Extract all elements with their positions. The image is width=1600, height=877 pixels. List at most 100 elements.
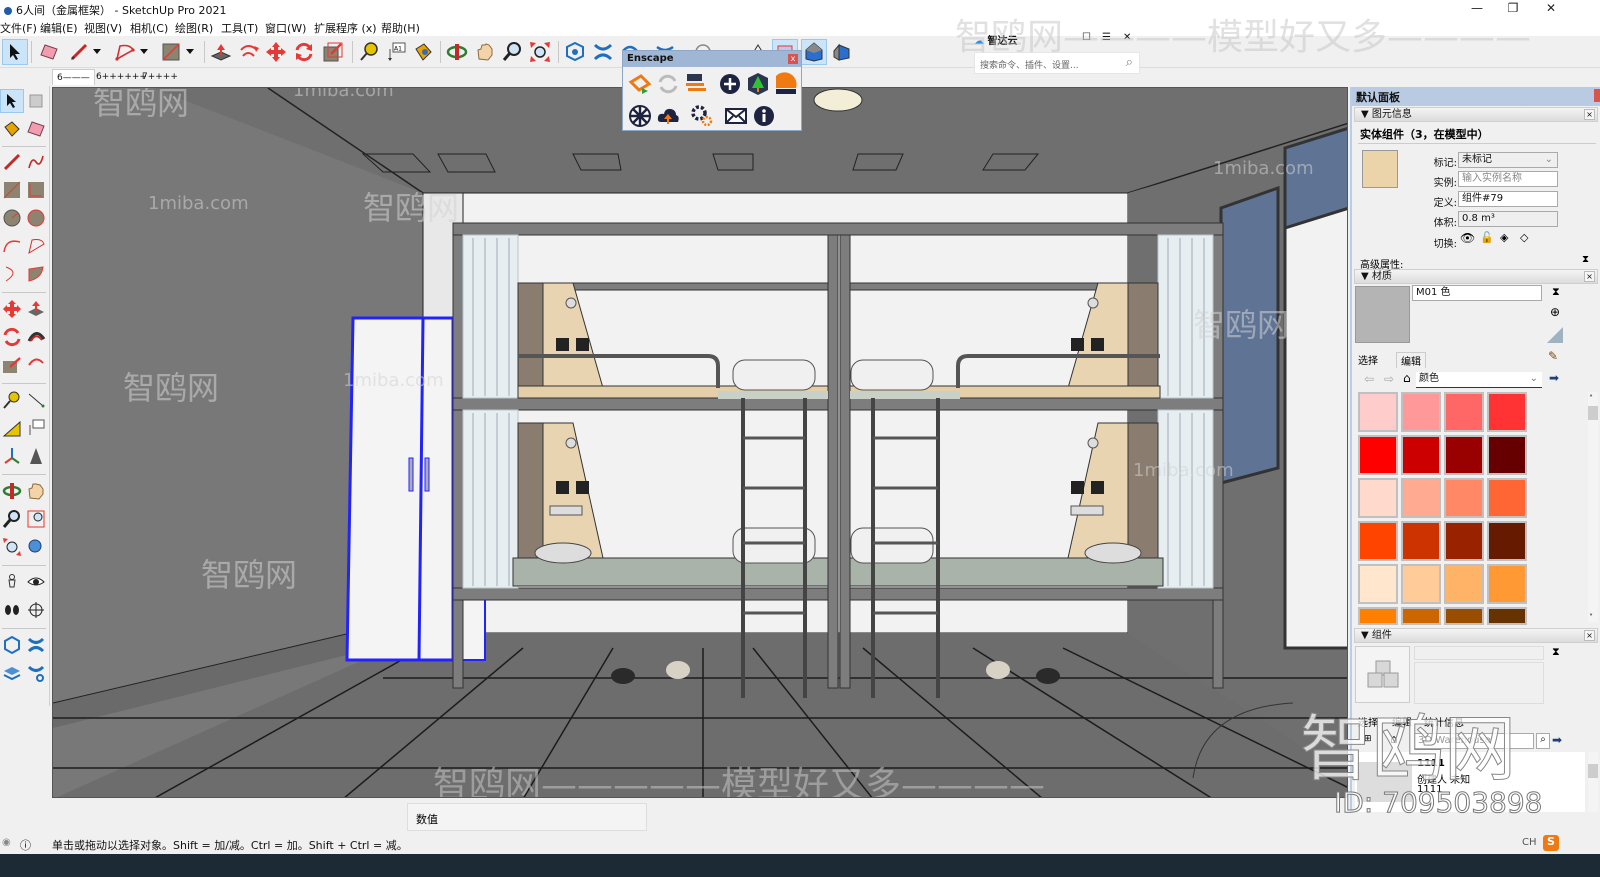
position-camera-tool[interactable]: [0, 570, 24, 594]
components-tab-statistics[interactable]: 统计信息: [1424, 714, 1464, 729]
materials-header[interactable]: ▼ 材质 ×: [1354, 269, 1598, 284]
share-model-tool[interactable]: [0, 661, 24, 685]
entity-info-header[interactable]: ▼ 图元信息 ×: [1354, 107, 1598, 122]
scale-button[interactable]: [320, 39, 346, 65]
toggle-visibility[interactable]: 👁: [1460, 231, 1475, 245]
materials-tab-edit[interactable]: 编辑: [1396, 352, 1426, 368]
color-swatch[interactable]: [1401, 392, 1441, 432]
materials-tab-select[interactable]: 选择: [1358, 352, 1378, 367]
enscape-upload-button[interactable]: [655, 103, 681, 129]
component-thumbnail[interactable]: [1357, 762, 1412, 802]
tag-select[interactable]: 未标记 ⌄: [1458, 152, 1558, 168]
enscape-settings-button[interactable]: [689, 103, 715, 129]
ime-language[interactable]: CH: [1522, 837, 1537, 848]
pencil-dropdown[interactable]: [90, 39, 104, 65]
paint-bucket-tool[interactable]: [0, 117, 24, 141]
push-pull-tool[interactable]: [24, 297, 48, 321]
arc-tool[interactable]: [0, 234, 24, 258]
color-swatch[interactable]: [1444, 607, 1484, 625]
move-button[interactable]: [263, 39, 289, 65]
color-swatch[interactable]: [1444, 435, 1484, 475]
component-name-field[interactable]: [1414, 646, 1544, 660]
orbit-tool[interactable]: [0, 479, 24, 503]
zhida-search-input[interactable]: 搜索命令、插件、设置... ⌕: [974, 52, 1140, 74]
previous-view-tool[interactable]: [24, 535, 48, 559]
component-description-field[interactable]: [1414, 662, 1544, 704]
push-pull-button[interactable]: [208, 39, 234, 65]
warehouse-search-input[interactable]: 3D Warehouse: [1414, 733, 1534, 749]
rotated-rectangle-tool[interactable]: [24, 178, 48, 202]
color-swatch[interactable]: [1358, 521, 1398, 561]
material-name-input[interactable]: M01 色: [1412, 285, 1542, 301]
color-swatch[interactable]: [1401, 521, 1441, 561]
display-secondary-pane-icon[interactable]: ⧗: [1552, 285, 1560, 299]
info-icon[interactable]: ⓘ: [20, 837, 31, 853]
color-swatch[interactable]: [1487, 392, 1527, 432]
offset-tool[interactable]: [24, 353, 48, 377]
select-tool-button[interactable]: [2, 39, 28, 65]
menu-help[interactable]: 帮助(H): [381, 20, 420, 36]
model-viewport[interactable]: 智鸥网 1miba.com 1miba.com 智鸥网 智鸥网 1miba.co…: [52, 87, 1348, 798]
components-header[interactable]: ▼ 组件 ×: [1354, 628, 1598, 643]
orbit-button[interactable]: [444, 39, 470, 65]
create-material-icon[interactable]: ⊕: [1550, 305, 1560, 319]
text-tool[interactable]: [24, 416, 48, 440]
expand-icon[interactable]: ⧗: [1582, 254, 1589, 265]
enscape-sync-views-button[interactable]: [683, 71, 709, 97]
select-tool[interactable]: [0, 89, 24, 113]
warehouse-button[interactable]: [562, 39, 588, 65]
rectangle-dropdown[interactable]: [183, 39, 197, 65]
menu-file[interactable]: 文件(F): [0, 20, 37, 36]
enscape-live-update-button[interactable]: [655, 71, 681, 97]
walk-tool[interactable]: [0, 598, 24, 622]
close-icon[interactable]: ×: [1584, 271, 1595, 282]
instance-name-input[interactable]: 输入实例名称: [1458, 171, 1558, 187]
color-swatch[interactable]: [1358, 564, 1398, 604]
menu-icon[interactable]: ☰: [1102, 32, 1111, 43]
tray-close-button[interactable]: [1594, 89, 1600, 102]
geo-location-icon[interactable]: ◉: [2, 837, 11, 848]
toggle-lock[interactable]: 🔓: [1480, 231, 1494, 244]
follow-me-button[interactable]: [236, 39, 262, 65]
polygon-tool[interactable]: [24, 206, 48, 230]
scale-tool[interactable]: [0, 353, 24, 377]
two-point-arc-tool[interactable]: [24, 234, 48, 258]
follow-me-tool[interactable]: [24, 325, 48, 349]
close-icon[interactable]: ✕: [1123, 32, 1131, 43]
warehouse-tool[interactable]: [0, 633, 24, 657]
restore-button[interactable]: ❐: [1496, 0, 1530, 18]
menu-tools[interactable]: 工具(T): [221, 20, 258, 36]
result-title[interactable]: 1111: [1417, 758, 1445, 769]
three-point-arc-tool[interactable]: [0, 262, 24, 286]
color-swatch[interactable]: [1444, 392, 1484, 432]
color-swatch[interactable]: [1401, 607, 1441, 625]
menu-extensions[interactable]: 扩展程序 (x): [314, 20, 377, 36]
pie-tool[interactable]: [24, 262, 48, 286]
minimize-button[interactable]: —: [1460, 0, 1494, 18]
scrollbar-thumb[interactable]: [1588, 764, 1598, 778]
pan-button[interactable]: [472, 39, 498, 65]
freehand-tool[interactable]: [24, 150, 48, 174]
color-swatch[interactable]: [1401, 564, 1441, 604]
enscape-feedback-button[interactable]: [723, 103, 749, 129]
eraser-tool[interactable]: [24, 117, 48, 141]
forward-icon[interactable]: ⇨: [1384, 372, 1394, 386]
default-material-icon[interactable]: [1547, 327, 1563, 343]
circle-tool[interactable]: [0, 206, 24, 230]
rotate-button[interactable]: [291, 39, 317, 65]
views-front-button[interactable]: [829, 39, 855, 65]
definition-input[interactable]: 组件#79: [1458, 191, 1558, 207]
scene-tab[interactable]: 7++++: [138, 69, 182, 85]
details-icon[interactable]: ➡: [1549, 371, 1559, 385]
components-tab-select[interactable]: 选择: [1358, 714, 1378, 729]
home-icon[interactable]: ⌂: [1403, 371, 1411, 385]
dimension-tool[interactable]: [24, 388, 48, 412]
text-button[interactable]: A1: [383, 39, 409, 65]
components-tab-edit[interactable]: 编辑: [1392, 714, 1412, 729]
3d-text-tool[interactable]: [24, 444, 48, 468]
menu-view[interactable]: 视图(V): [84, 20, 122, 36]
display-secondary-pane-icon[interactable]: ⧗: [1552, 645, 1560, 659]
scrollbar-thumb[interactable]: [1588, 406, 1598, 420]
toggle-cast-shadows[interactable]: ◇: [1520, 231, 1528, 244]
view-options-icon[interactable]: ⊞: [1364, 734, 1372, 744]
